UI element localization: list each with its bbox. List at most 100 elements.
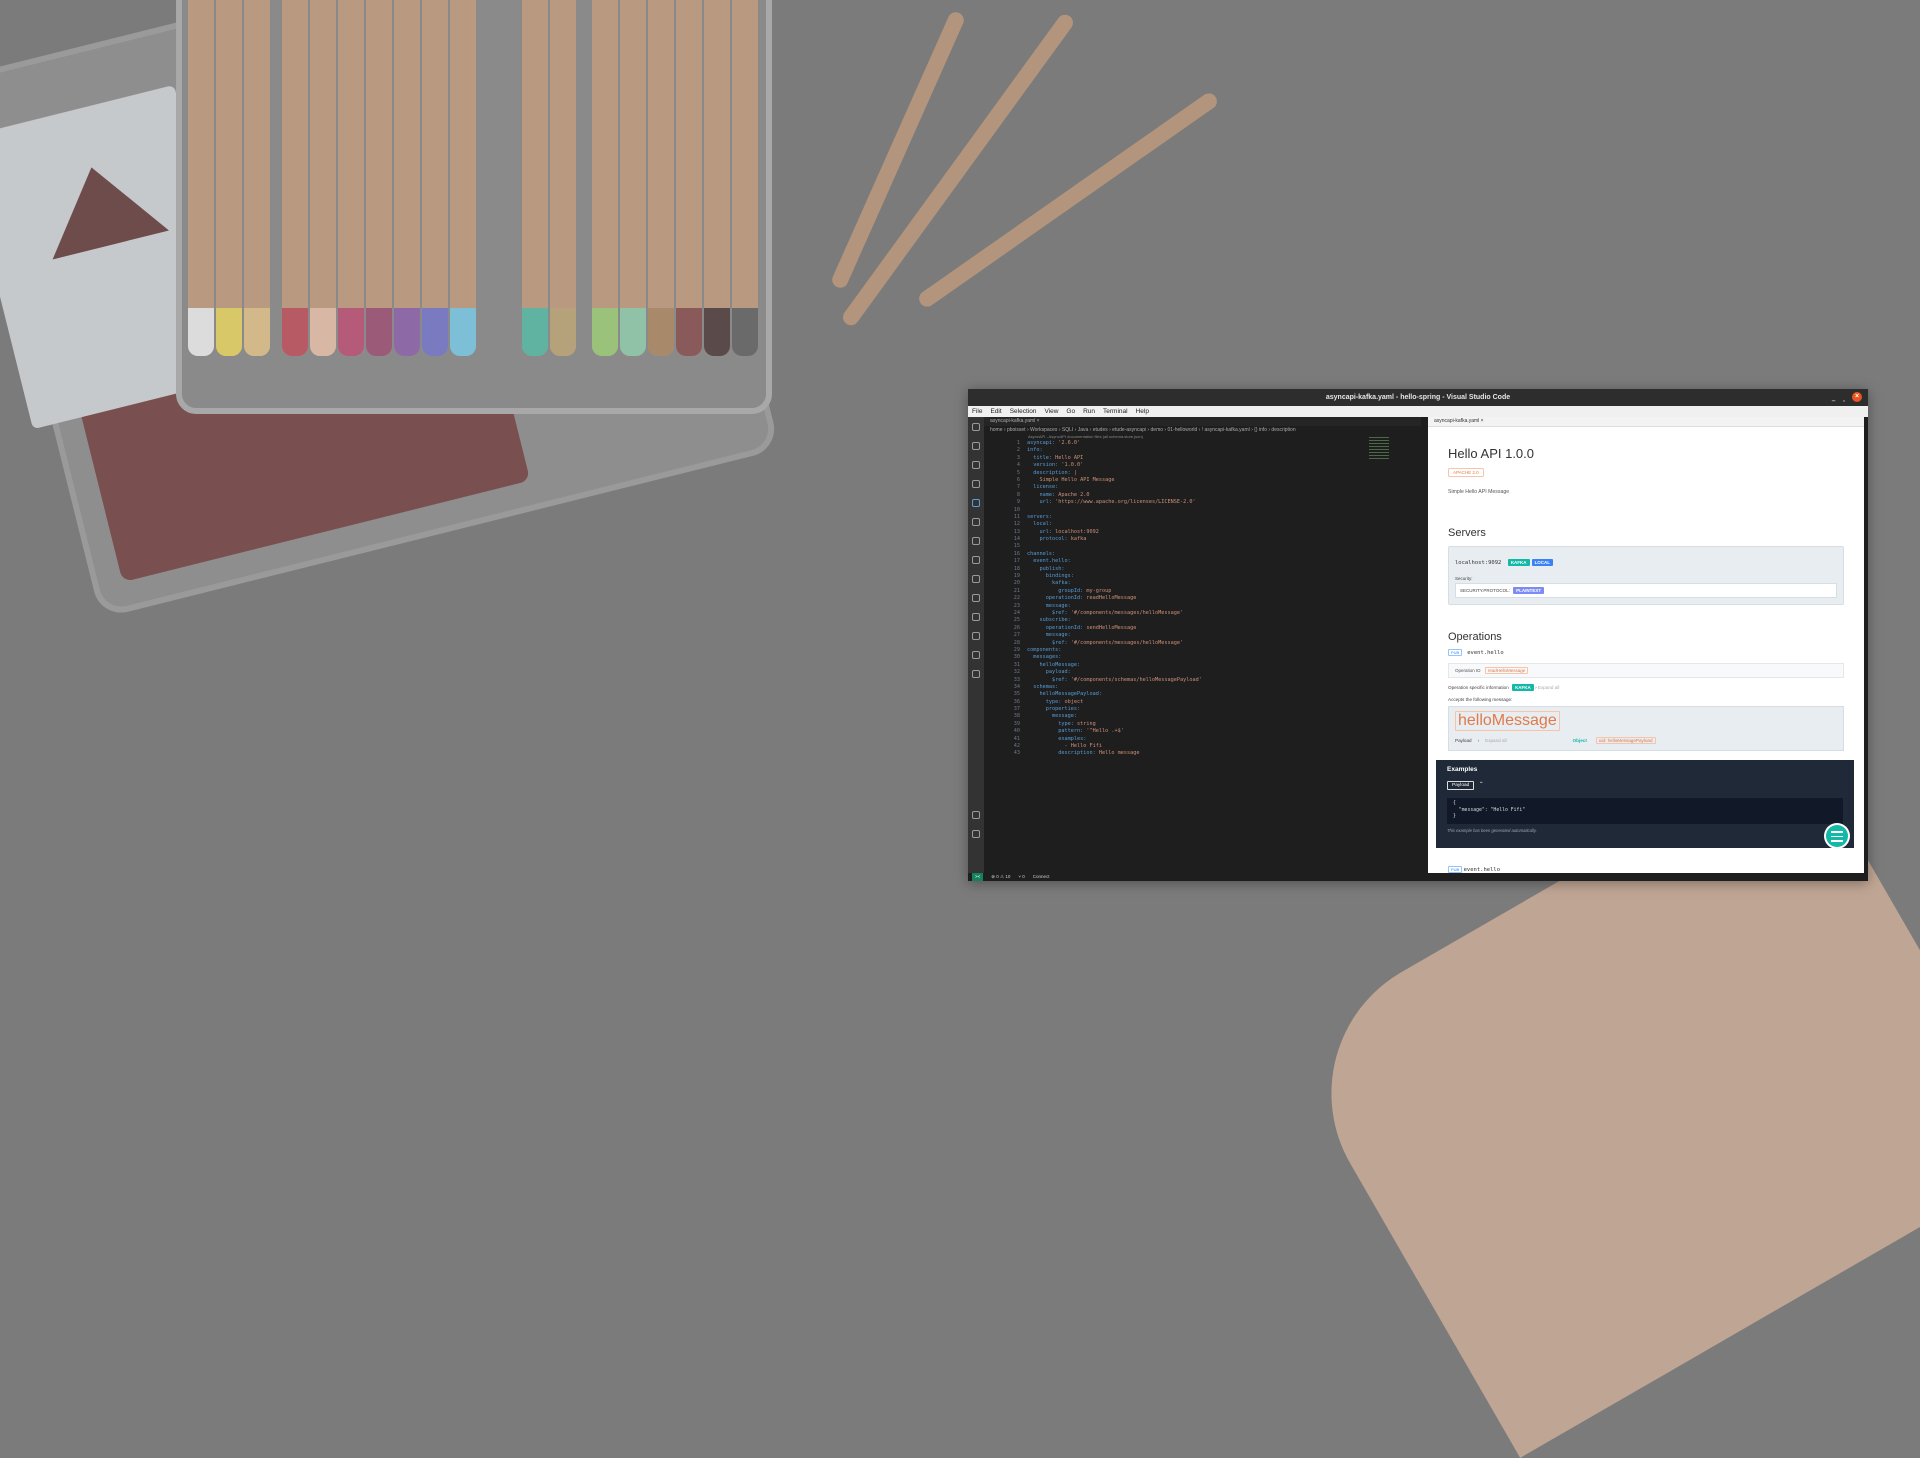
line-text: info:: [1027, 447, 1043, 454]
line-text: $ref: '#/components/messages/helloMessag…: [1027, 639, 1184, 646]
minimize-icon[interactable]: –: [1832, 393, 1836, 410]
code-line[interactable]: 25 subscribe:: [984, 617, 1421, 624]
code-line[interactable]: 27 message:: [984, 632, 1421, 639]
run-debug-icon[interactable]: [972, 480, 980, 488]
minimap[interactable]: [1369, 435, 1389, 475]
line-number: 8: [1016, 491, 1020, 498]
preview-tab[interactable]: asyncapi-kafka.yaml: [1434, 418, 1479, 424]
editor-tab[interactable]: asyncapi-kafka.yaml: [990, 418, 1035, 424]
menu-view[interactable]: View: [1044, 406, 1058, 417]
expand-all-link[interactable]: Expand all: [1538, 685, 1559, 690]
storage-icon[interactable]: [972, 651, 980, 659]
code-line[interactable]: 10: [984, 507, 1421, 514]
account-icon[interactable]: [972, 811, 980, 819]
code-line[interactable]: 38 message:: [984, 713, 1421, 720]
search-icon[interactable]: [972, 442, 980, 450]
payload-expand-link[interactable]: Expand all: [1485, 738, 1506, 743]
code-lines[interactable]: 1 asyncapi: '2.6.0' 2 info: 3 title: Hello A…: [984, 439, 1421, 758]
database-icon[interactable]: [972, 556, 980, 564]
line-number: 34: [1013, 683, 1020, 690]
code-line[interactable]: 28 $ref: '#/components/messages/helloMes…: [984, 640, 1421, 647]
menu-go[interactable]: Go: [1066, 406, 1075, 417]
code-line[interactable]: 21 groupId: my-group: [984, 588, 1421, 595]
code-line[interactable]: 6 Simple Hello API Message: [984, 477, 1421, 484]
code-line[interactable]: 7 license:: [984, 484, 1421, 491]
code-line[interactable]: 4 version: '1.0.0': [984, 462, 1421, 469]
chevron-up-icon[interactable]: ⌃: [1479, 782, 1484, 788]
code-line[interactable]: 18 publish:: [984, 566, 1421, 573]
remote-explorer-icon[interactable]: [972, 518, 980, 526]
source-control-icon[interactable]: [972, 461, 980, 469]
code-line[interactable]: 2 info:: [984, 447, 1421, 454]
code-line[interactable]: 22 operationId: readHelloMessage: [984, 595, 1421, 602]
chevron-right-icon[interactable]: ›: [1478, 738, 1480, 743]
server-card: localhost:9092 KAFKA LOCAL Security: SECU…: [1448, 546, 1844, 605]
code-line[interactable]: 32 payload:: [984, 669, 1421, 676]
code-line[interactable]: 5 description: |: [984, 470, 1421, 477]
chevron-right-icon[interactable]: ›: [1535, 685, 1537, 690]
extensions-icon[interactable]: [972, 499, 980, 507]
maximize-icon[interactable]: ▫: [1843, 393, 1845, 410]
code-line[interactable]: 39 type: string: [984, 721, 1421, 728]
menu-terminal[interactable]: Terminal: [1103, 406, 1128, 417]
code-line[interactable]: 11 servers:: [984, 514, 1421, 521]
remote-indicator[interactable]: ><: [972, 873, 984, 881]
extension-icon[interactable]: [972, 632, 980, 640]
code-line[interactable]: 43 description: Hello message: [984, 750, 1421, 757]
code-line[interactable]: 42 - Hello Fifi: [984, 743, 1421, 750]
payload-example-button[interactable]: Payload: [1447, 781, 1475, 790]
code-line[interactable]: 17 event.hello:: [984, 558, 1421, 565]
api-description: Simple Hello API Message: [1448, 489, 1510, 495]
line-text: groupId: my-group: [1027, 587, 1112, 594]
timeline-icon[interactable]: [972, 670, 980, 678]
code-line[interactable]: 26 operationId: sendHelloMessage: [984, 625, 1421, 632]
kafka-icon[interactable]: [972, 613, 980, 621]
code-line[interactable]: 14 protocol: kafka: [984, 536, 1421, 543]
code-line[interactable]: 16 channels:: [984, 551, 1421, 558]
code-line[interactable]: 1 asyncapi: '2.6.0': [984, 440, 1421, 447]
menu-file[interactable]: File: [972, 406, 982, 417]
code-line[interactable]: 8 name: Apache 2.0: [984, 492, 1421, 499]
code-line[interactable]: 41 examples:: [984, 736, 1421, 743]
filter-icon[interactable]: [972, 594, 980, 602]
close-icon[interactable]: ×: [1852, 392, 1862, 402]
plaintext-badge: PLAINTEXT: [1513, 587, 1545, 594]
code-line[interactable]: 33 $ref: '#/components/schemas/helloMess…: [984, 677, 1421, 684]
code-line[interactable]: 30 messages:: [984, 654, 1421, 661]
code-line[interactable]: 20 kafka:: [984, 580, 1421, 587]
code-line[interactable]: 13 url: localhost:9092: [984, 529, 1421, 536]
code-line[interactable]: 15: [984, 543, 1421, 550]
code-line[interactable]: 40 pattern: '^Hello .+$': [984, 728, 1421, 735]
line-text: $ref: '#/components/messages/helloMessag…: [1027, 609, 1184, 616]
testing-icon[interactable]: [972, 537, 980, 545]
docker-icon[interactable]: [972, 575, 980, 583]
code-line[interactable]: 35 helloMessagePayload:: [984, 691, 1421, 698]
menu-edit[interactable]: Edit: [990, 406, 1001, 417]
menu-fab-button[interactable]: [1826, 825, 1848, 847]
code-line[interactable]: 31 helloMessage:: [984, 662, 1421, 669]
code-line[interactable]: 12 local:: [984, 521, 1421, 528]
examples-title: Examples: [1447, 766, 1478, 773]
gear-icon[interactable]: [972, 830, 980, 838]
connect-indicator[interactable]: Connect: [1033, 873, 1050, 881]
code-line[interactable]: 36 type: object: [984, 699, 1421, 706]
code-line[interactable]: 19 bindings:: [984, 573, 1421, 580]
license-badge[interactable]: APACHE 2.0: [1448, 468, 1484, 477]
code-line[interactable]: 9 url: 'https://www.apache.org/licenses/…: [984, 499, 1421, 506]
line-number: 30: [1013, 654, 1020, 661]
line-text: payload:: [1027, 669, 1071, 676]
problems-indicator[interactable]: ⊗ 0 ⚠ 10: [991, 873, 1010, 881]
menu-help[interactable]: Help: [1136, 406, 1149, 417]
menu-run[interactable]: Run: [1083, 406, 1095, 417]
explorer-icon[interactable]: [972, 423, 980, 431]
code-line[interactable]: 24 $ref: '#/components/messages/helloMes…: [984, 610, 1421, 617]
examples-note: This example has been generated automati…: [1447, 828, 1537, 833]
code-line[interactable]: 3 title: Hello API: [984, 455, 1421, 462]
code-line[interactable]: 37 properties:: [984, 706, 1421, 713]
breadcrumb[interactable]: home › pboisset › Workspaces › SQLI › Ja…: [984, 426, 1421, 434]
code-line[interactable]: 34 schemas:: [984, 684, 1421, 691]
menu-selection[interactable]: Selection: [1010, 406, 1037, 417]
code-line[interactable]: 23 message:: [984, 603, 1421, 610]
code-line[interactable]: 29 components:: [984, 647, 1421, 654]
ports-indicator[interactable]: ⑂ 0: [1018, 873, 1024, 881]
